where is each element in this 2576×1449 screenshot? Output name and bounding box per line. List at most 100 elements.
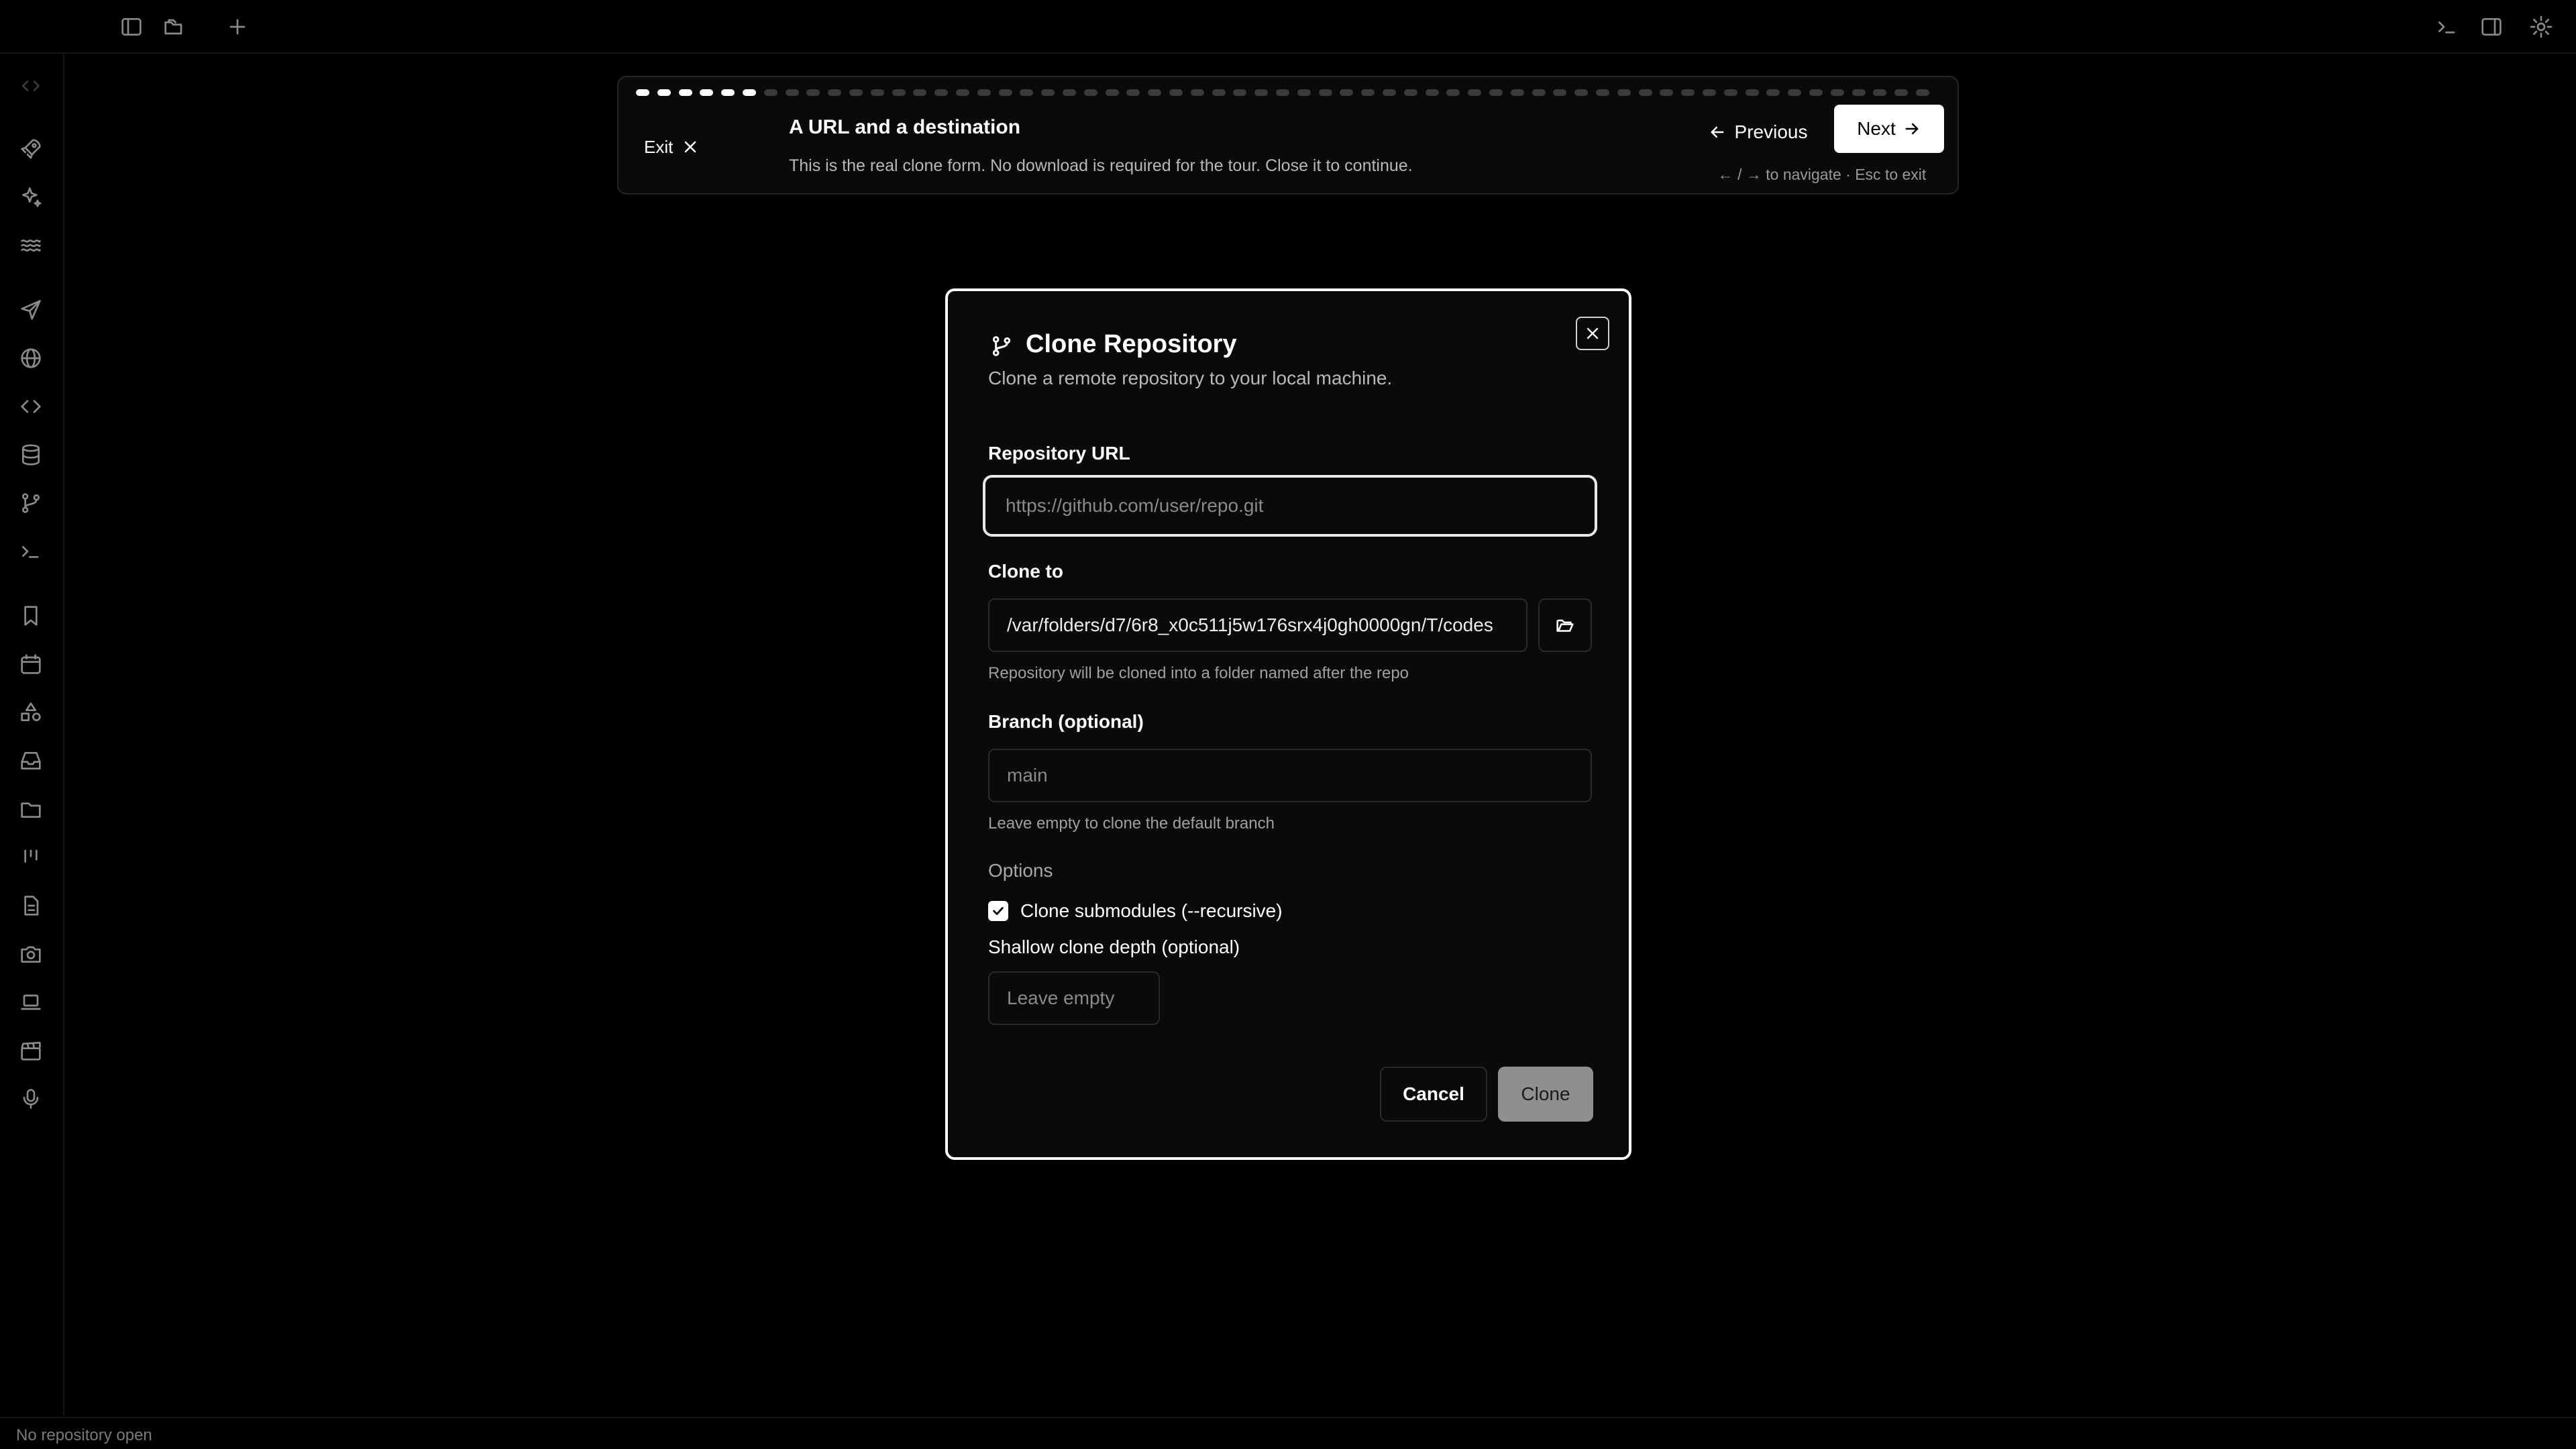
send-icon[interactable] bbox=[17, 297, 44, 323]
database-icon[interactable] bbox=[17, 441, 44, 468]
clone-repository-dialog: Clone Repository Clone a remote reposito… bbox=[945, 288, 1631, 1160]
top-bar bbox=[0, 0, 2576, 54]
tour-progress-dot bbox=[1361, 89, 1375, 96]
tour-previous-button[interactable]: Previous bbox=[1700, 108, 1815, 156]
microphone-icon[interactable] bbox=[17, 1085, 44, 1112]
laptop-icon[interactable] bbox=[17, 989, 44, 1016]
tour-step-description: This is the real clone form. No download… bbox=[789, 156, 1413, 175]
tour-progress-dot bbox=[1489, 89, 1503, 96]
tour-next-label: Next bbox=[1857, 118, 1896, 139]
settings-gear-icon[interactable] bbox=[2528, 13, 2555, 40]
panel-toggle-icon[interactable] bbox=[2478, 13, 2505, 40]
tour-progress-dot bbox=[806, 89, 820, 96]
shallow-depth-input[interactable] bbox=[988, 971, 1160, 1025]
tour-progress-dot bbox=[1617, 89, 1631, 96]
tour-progress-dot bbox=[1212, 89, 1226, 96]
tour-progress-dot bbox=[1148, 89, 1161, 96]
tour-progress-dot bbox=[1681, 89, 1695, 96]
tour-progress-dot bbox=[1106, 89, 1119, 96]
new-tab-icon[interactable] bbox=[224, 13, 251, 40]
tour-next-button[interactable]: Next bbox=[1834, 105, 1944, 153]
clone-button[interactable]: Clone bbox=[1498, 1067, 1593, 1122]
git-branch-icon[interactable] bbox=[17, 490, 44, 517]
tour-progress-dot bbox=[956, 89, 969, 96]
folders-icon[interactable] bbox=[161, 13, 188, 40]
kanban-icon[interactable] bbox=[17, 844, 44, 871]
cancel-button[interactable]: Cancel bbox=[1380, 1067, 1487, 1122]
tour-progress-dot bbox=[828, 89, 841, 96]
branch-input[interactable] bbox=[988, 749, 1592, 802]
tour-progress-dot bbox=[1041, 89, 1055, 96]
tour-progress-dot bbox=[849, 89, 863, 96]
rocket-icon[interactable] bbox=[17, 136, 44, 162]
sidebar-toggle-icon[interactable] bbox=[118, 13, 145, 40]
clone-to-help-text: Repository will be cloned into a folder … bbox=[988, 664, 1409, 682]
options-heading: Options bbox=[988, 860, 1053, 881]
bookmark-icon[interactable] bbox=[17, 602, 44, 629]
tour-progress-dot bbox=[1574, 89, 1588, 96]
tour-progress-dot bbox=[977, 89, 991, 96]
dialog-close-button[interactable] bbox=[1576, 317, 1609, 350]
sparkles-icon[interactable] bbox=[17, 184, 44, 211]
tour-progress-dot bbox=[999, 89, 1012, 96]
checkmark-icon bbox=[993, 907, 1004, 915]
tour-exit-button[interactable]: Exit bbox=[644, 133, 700, 160]
code-logo-icon[interactable] bbox=[17, 72, 44, 99]
tour-progress-dot bbox=[657, 89, 671, 96]
calendar-icon[interactable] bbox=[17, 651, 44, 678]
globe-icon[interactable] bbox=[17, 345, 44, 372]
tour-progress-dot bbox=[1916, 89, 1929, 96]
tour-progress-dot bbox=[721, 89, 735, 96]
tour-progress-dot bbox=[1126, 89, 1140, 96]
tour-progress-dot bbox=[1703, 89, 1716, 96]
tour-progress-dot bbox=[1746, 89, 1759, 96]
tour-progress-dot bbox=[1894, 89, 1908, 96]
tour-progress-dot bbox=[1468, 89, 1481, 96]
camera-icon[interactable] bbox=[17, 941, 44, 967]
clone-submodules-option[interactable]: Clone submodules (--recursive) bbox=[988, 899, 1283, 923]
clone-to-path-input[interactable] bbox=[988, 598, 1527, 652]
left-icon-rail bbox=[0, 54, 64, 1415]
tour-progress-dot bbox=[913, 89, 926, 96]
git-branch-icon bbox=[988, 333, 1015, 360]
tour-progress-dot bbox=[1809, 89, 1823, 96]
tour-progress-dot bbox=[1169, 89, 1183, 96]
terminal-prompt-icon[interactable] bbox=[17, 538, 44, 565]
tour-progress-dot bbox=[1511, 89, 1524, 96]
tour-progress-dot bbox=[1020, 89, 1033, 96]
clone-submodules-label: Clone submodules (--recursive) bbox=[1020, 900, 1283, 921]
branch-help-text: Leave empty to clone the default branch bbox=[988, 814, 1275, 833]
shallow-depth-label: Shallow clone depth (optional) bbox=[988, 936, 1240, 957]
tour-progress-dot bbox=[1766, 89, 1780, 96]
tour-progress-dot bbox=[1254, 89, 1268, 96]
repo-url-label: Repository URL bbox=[988, 443, 1130, 464]
status-text: No repository open bbox=[16, 1426, 152, 1444]
file-text-icon[interactable] bbox=[17, 892, 44, 919]
tour-progress-dot bbox=[1319, 89, 1332, 96]
browse-folder-button[interactable] bbox=[1538, 598, 1592, 652]
clone-submodules-checkbox[interactable] bbox=[988, 901, 1008, 921]
tour-progress-dot bbox=[1340, 89, 1353, 96]
clapperboard-icon[interactable] bbox=[17, 1037, 44, 1064]
tour-progress-dot bbox=[1383, 89, 1396, 96]
repo-url-input[interactable] bbox=[983, 475, 1597, 537]
tour-progress-dot bbox=[1063, 89, 1076, 96]
shapes-icon[interactable] bbox=[17, 699, 44, 726]
code-icon[interactable] bbox=[17, 393, 44, 420]
tour-progress-dot bbox=[892, 89, 906, 96]
clone-to-label: Clone to bbox=[988, 561, 1063, 582]
tour-progress-dot bbox=[1191, 89, 1204, 96]
close-icon bbox=[1587, 327, 1599, 339]
tour-progress-dot bbox=[1596, 89, 1609, 96]
tour-progress-dot bbox=[743, 89, 756, 96]
tour-progress-dot bbox=[1831, 89, 1844, 96]
branch-label: Branch (optional) bbox=[988, 711, 1144, 732]
inbox-icon[interactable] bbox=[17, 747, 44, 774]
waves-icon[interactable] bbox=[17, 232, 44, 259]
folder-icon[interactable] bbox=[17, 796, 44, 822]
tour-progress-dot bbox=[1532, 89, 1546, 96]
tour-previous-label: Previous bbox=[1734, 121, 1808, 142]
terminal-icon[interactable] bbox=[2434, 13, 2461, 40]
tour-progress-dot bbox=[1660, 89, 1673, 96]
tour-progress-dot bbox=[1404, 89, 1417, 96]
